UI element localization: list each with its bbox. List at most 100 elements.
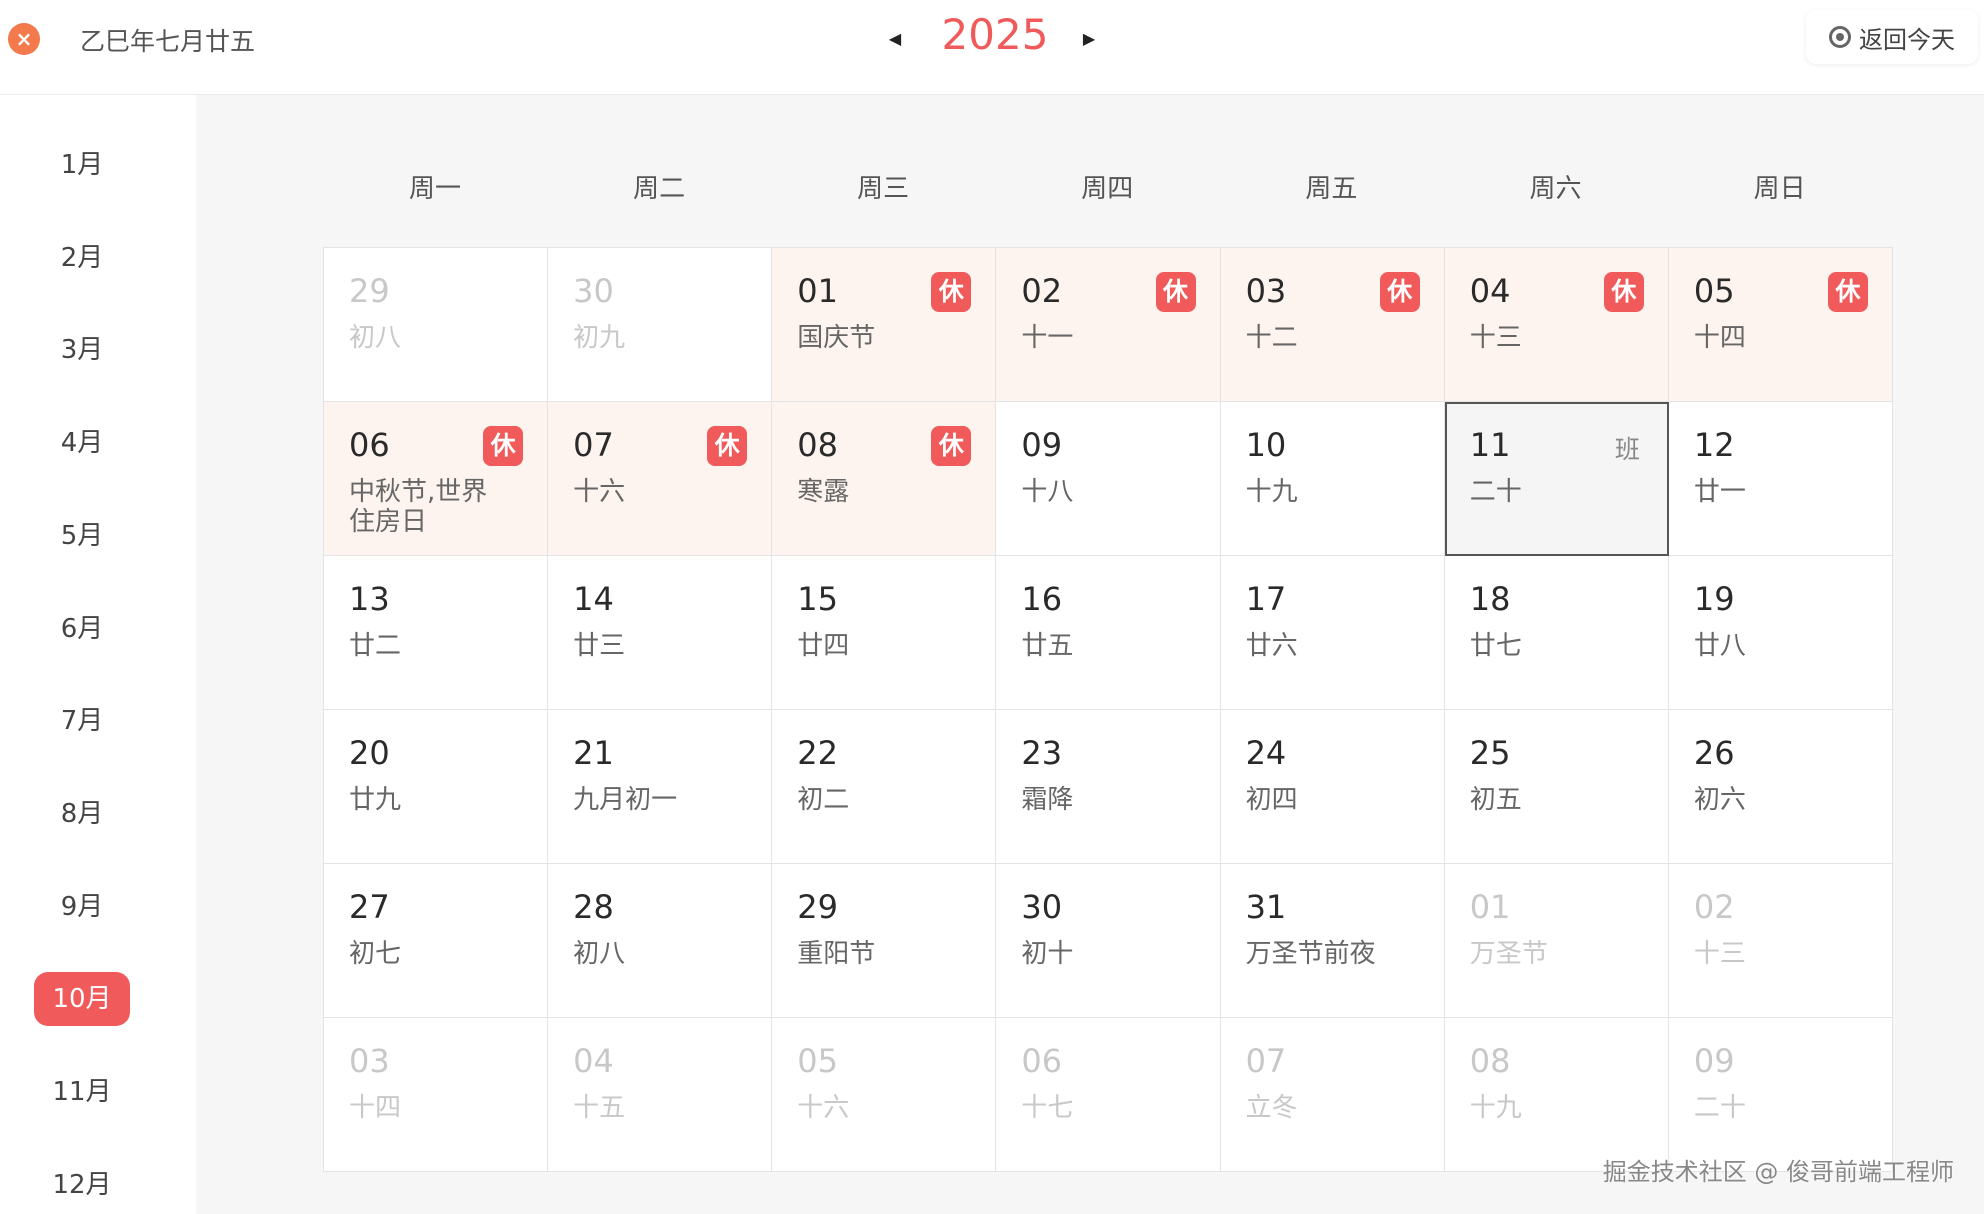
day-cell[interactable]: 26 初六 (1668, 710, 1893, 864)
day-number: 16 (1021, 580, 1063, 618)
day-number: 05 (797, 1042, 838, 1080)
month-sidebar: 1月 2月 3月 4月 5月 6月 7月 8月 9月 10月 11月 12月 (0, 95, 196, 1214)
lunar-label: 霜降 (1021, 785, 1074, 815)
lunar-label: 十四 (1693, 323, 1746, 353)
day-cell[interactable]: 30 初十 (996, 864, 1221, 1018)
day-number: 02 (1693, 888, 1735, 926)
day-number: 03 (349, 1042, 390, 1080)
month-item[interactable]: 1月 (34, 138, 130, 192)
day-cell[interactable]: 04 十五 (548, 1018, 773, 1172)
day-cell[interactable]: 06 十七 (996, 1018, 1221, 1172)
day-cell[interactable]: 07 立冬 (1220, 1018, 1445, 1172)
lunar-label: 廿六 (1245, 631, 1298, 661)
day-cell[interactable]: 16 廿五 (996, 556, 1221, 710)
next-year-button[interactable]: ▶ (1074, 24, 1104, 54)
month-item[interactable]: 5月 (34, 509, 130, 563)
day-cell[interactable]: 11 二十 班 (1444, 402, 1669, 556)
day-cell[interactable]: 31 万圣节前夜 (1220, 864, 1445, 1018)
lunar-label: 万圣节 (1469, 939, 1548, 969)
day-cell[interactable]: 29 重阳节 (772, 864, 997, 1018)
day-cell[interactable]: 05 十四 休 (1668, 248, 1893, 402)
day-cell[interactable]: 06 中秋节,世界住房日 休 (324, 402, 549, 556)
day-number: 18 (1469, 580, 1511, 618)
lunar-label: 初九 (573, 323, 626, 353)
month-item[interactable]: 8月 (34, 787, 130, 841)
day-number: 29 (797, 888, 838, 926)
day-cell[interactable]: 08 十九 (1444, 1018, 1669, 1172)
day-cell[interactable]: 17 廿六 (1220, 556, 1445, 710)
month-item[interactable]: 6月 (34, 602, 130, 656)
day-cell[interactable]: 07 十六 休 (548, 402, 773, 556)
weekday-header: 周二 (633, 174, 686, 204)
day-cell[interactable]: 18 廿七 (1444, 556, 1669, 710)
day-cell[interactable]: 21 九月初一 (548, 710, 773, 864)
lunar-label: 二十 (1469, 477, 1522, 507)
lunar-label: 初四 (1245, 785, 1298, 815)
month-item[interactable]: 2月 (34, 231, 130, 285)
day-number: 26 (1693, 734, 1735, 772)
rest-badge: 休 (1603, 272, 1644, 312)
lunar-label: 万圣节前夜 (1245, 939, 1376, 969)
lunar-label: 十六 (797, 1093, 850, 1123)
day-cell[interactable]: 02 十一 休 (996, 248, 1221, 402)
month-item[interactable]: 9月 (34, 880, 130, 934)
day-cell[interactable]: 23 霜降 (996, 710, 1221, 864)
lunar-label: 初五 (1469, 785, 1522, 815)
day-cell[interactable]: 14 廿三 (548, 556, 773, 710)
target-icon (1829, 26, 1851, 48)
day-cell[interactable]: 09 十八 (996, 402, 1221, 556)
month-item[interactable]: 4月 (34, 416, 130, 470)
day-cell[interactable]: 15 廿四 (772, 556, 997, 710)
lunar-label: 十六 (573, 477, 626, 507)
lunar-label: 重阳节 (797, 939, 876, 969)
close-icon[interactable]: × (8, 23, 40, 55)
lunar-label: 立冬 (1245, 1093, 1298, 1123)
month-item[interactable]: 12月 (34, 1158, 130, 1212)
rest-badge: 休 (931, 272, 972, 312)
month-item[interactable]: 3月 (34, 323, 130, 377)
day-cell[interactable]: 25 初五 (1444, 710, 1669, 864)
rest-badge: 休 (483, 426, 524, 466)
prev-year-button[interactable]: ◀ (880, 24, 910, 54)
month-item[interactable]: 11月 (34, 1065, 130, 1119)
month-item[interactable]: 10月 (34, 972, 130, 1027)
day-cell[interactable]: 30 初九 (548, 248, 773, 402)
day-cell[interactable]: 08 寒露 休 (772, 402, 997, 556)
day-number: 19 (1693, 580, 1735, 618)
day-cell[interactable]: 22 初二 (772, 710, 997, 864)
day-cell[interactable]: 10 十九 (1220, 402, 1445, 556)
day-cell[interactable]: 28 初八 (548, 864, 773, 1018)
lunar-label: 初二 (797, 785, 850, 815)
day-cell[interactable]: 04 十三 休 (1444, 248, 1669, 402)
day-cell[interactable]: 12 廿一 (1668, 402, 1893, 556)
day-cell[interactable]: 27 初七 (324, 864, 549, 1018)
day-cell[interactable]: 20 廿九 (324, 710, 549, 864)
lunar-date-label: 乙巳年七月廿五 (80, 27, 256, 56)
lunar-label: 十九 (1469, 1093, 1522, 1123)
day-cell[interactable]: 09 二十 (1668, 1018, 1893, 1172)
lunar-label: 廿四 (797, 631, 850, 661)
work-badge: 班 (1614, 435, 1640, 464)
back-to-today-button[interactable]: 返回今天 (1806, 10, 1978, 64)
month-item[interactable]: 7月 (34, 694, 130, 748)
weekday-header: 周五 (1305, 174, 1358, 204)
lunar-label: 十三 (1693, 939, 1746, 969)
day-cell[interactable]: 13 廿二 (324, 556, 549, 710)
day-cell[interactable]: 24 初四 (1220, 710, 1445, 864)
day-number: 25 (1469, 734, 1511, 772)
day-cell[interactable]: 02 十三 (1668, 864, 1893, 1018)
day-number: 06 (349, 426, 390, 464)
day-number: 02 (1021, 272, 1063, 310)
day-cell[interactable]: 03 十四 (324, 1018, 549, 1172)
day-number: 21 (573, 734, 614, 772)
day-cell[interactable]: 03 十二 休 (1220, 248, 1445, 402)
day-cell[interactable]: 19 廿八 (1668, 556, 1893, 710)
day-cell[interactable]: 01 万圣节 (1444, 864, 1669, 1018)
day-number: 24 (1245, 734, 1287, 772)
day-cell[interactable]: 29 初八 (324, 248, 549, 402)
day-number: 04 (1469, 272, 1511, 310)
lunar-label: 十三 (1469, 323, 1522, 353)
day-cell[interactable]: 01 国庆节 休 (772, 248, 997, 402)
day-cell[interactable]: 05 十六 (772, 1018, 997, 1172)
day-number: 08 (1469, 1042, 1511, 1080)
